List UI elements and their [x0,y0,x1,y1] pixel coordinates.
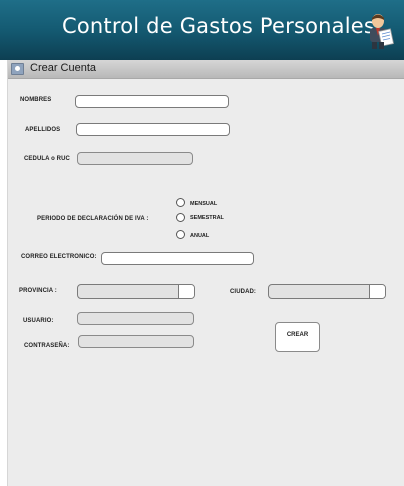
nombres-label: NOMBRES [20,97,52,103]
user-icon [11,63,24,75]
create-account-panel: Crear Cuenta NOMBRES APELLIDOS CEDULA o … [7,60,404,486]
radio-anual[interactable] [176,230,185,239]
apellidos-label: APELLIDOS [25,127,61,133]
apellidos-input[interactable] [76,123,230,136]
ciudad-label: CIUDAD: [230,289,257,295]
correo-label: CORREO ELECTRONICO: [21,254,97,260]
section-title: Crear Cuenta [30,62,97,74]
usuario-input[interactable] [77,312,194,325]
usuario-label: USUARIO: [23,318,54,324]
radio-semestral-label: SEMESTRAL [190,215,224,221]
ciudad-select[interactable] [268,284,386,299]
dropdown-arrow-icon[interactable] [178,285,194,298]
cedula-input[interactable] [77,152,193,165]
businessman-mascot-icon [370,14,394,49]
nombres-input[interactable] [75,95,229,108]
app-title: Control de Gastos Personales [62,14,376,38]
periodo-label: PERIODO DE DECLARACIÓN DE IVA : [37,216,149,222]
contrasena-label: CONTRASEÑA: [24,343,70,349]
provincia-select[interactable] [77,284,195,299]
correo-input[interactable] [101,252,254,265]
section-title-bar: Crear Cuenta [8,60,404,79]
radio-mensual[interactable] [176,198,185,207]
radio-anual-label: ANUAL [190,233,210,239]
app-header: Control de Gastos Personales [0,0,404,60]
radio-mensual-label: MENSUAL [190,201,218,207]
radio-semestral[interactable] [176,213,185,222]
dropdown-arrow-icon[interactable] [369,285,385,298]
crear-button[interactable]: CREAR [275,322,320,352]
cedula-label: CEDULA o RUC [24,156,70,162]
contrasena-input[interactable] [78,335,194,348]
provincia-label: PROVINCIA : [19,288,57,294]
